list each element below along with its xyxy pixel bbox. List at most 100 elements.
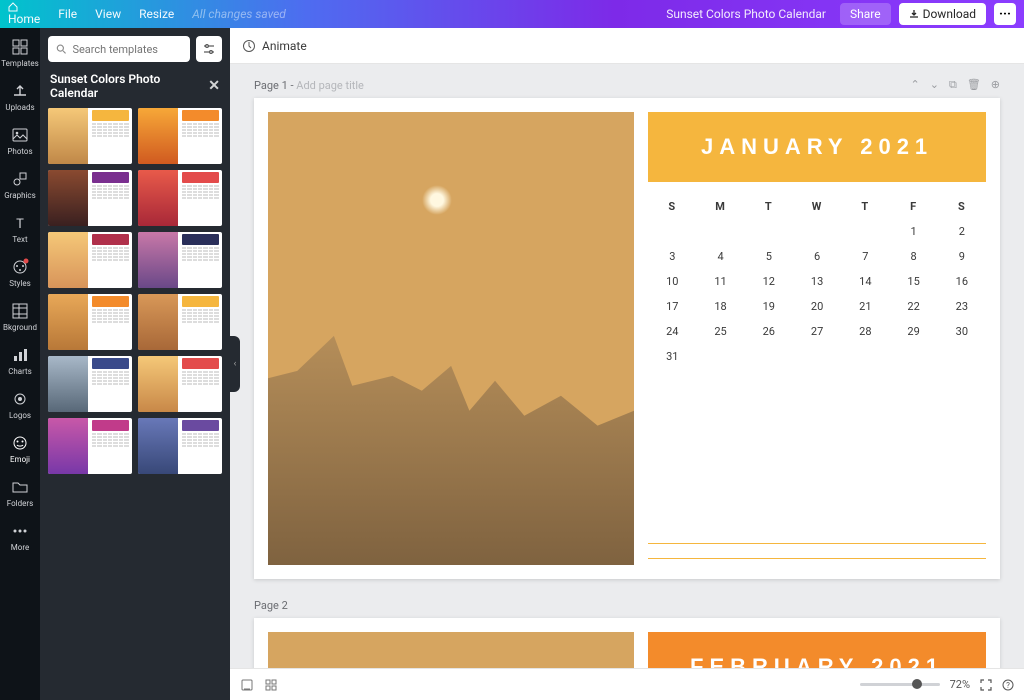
animate-button[interactable]: Animate xyxy=(242,39,307,53)
page-photo[interactable] xyxy=(268,112,634,565)
date-cell xyxy=(696,225,744,238)
rail-label: Uploads xyxy=(5,103,34,112)
folders-icon xyxy=(11,478,29,496)
help-button[interactable]: ? xyxy=(1002,679,1014,691)
date-cell xyxy=(841,225,889,238)
rail-label: Bkground xyxy=(3,323,37,332)
rail-item-text[interactable]: TText xyxy=(2,214,38,244)
template-thumb[interactable] xyxy=(138,170,222,226)
rail-item-more[interactable]: More xyxy=(2,522,38,552)
date-cell xyxy=(793,225,841,238)
collapse-panel-button[interactable]: ‹ xyxy=(230,336,240,392)
month-banner[interactable]: JANUARY 2021 xyxy=(648,112,986,182)
search-input[interactable] xyxy=(72,43,182,56)
background-icon xyxy=(11,302,29,320)
grid-view-button[interactable] xyxy=(264,678,278,692)
templates-panel: Sunset Colors Photo Calendar ✕ ‹ xyxy=(40,28,230,700)
date-cell: 11 xyxy=(696,275,744,288)
template-thumb[interactable] xyxy=(48,232,132,288)
download-icon xyxy=(909,9,919,19)
template-thumb[interactable] xyxy=(48,294,132,350)
page[interactable]: FEBRUARY 2021SMTWTFS xyxy=(254,618,1000,668)
rail-label: Photos xyxy=(7,147,32,156)
search-box[interactable] xyxy=(48,36,190,62)
page[interactable]: JANUARY 2021SMTWTFS123456789101112131415… xyxy=(254,98,1000,579)
file-menu[interactable]: File xyxy=(58,7,77,21)
date-cell: 17 xyxy=(648,300,696,313)
home-icon xyxy=(8,2,18,12)
delete-page-button[interactable]: 🗑 xyxy=(967,78,981,92)
date-cell: 2 xyxy=(938,225,986,238)
notes-button[interactable] xyxy=(240,678,254,692)
resize-menu[interactable]: Resize xyxy=(139,7,174,21)
template-thumb[interactable] xyxy=(48,356,132,412)
rail-item-uploads[interactable]: Uploads xyxy=(2,82,38,112)
date-cell: 13 xyxy=(793,275,841,288)
rail-item-styles[interactable]: Styles xyxy=(2,258,38,288)
template-thumb[interactable] xyxy=(138,108,222,164)
filter-button[interactable] xyxy=(196,36,222,62)
calendar-side: JANUARY 2021SMTWTFS123456789101112131415… xyxy=(648,112,986,565)
date-cell: 14 xyxy=(841,275,889,288)
date-cell: 20 xyxy=(793,300,841,313)
date-cell: 27 xyxy=(793,325,841,338)
date-cell: 28 xyxy=(841,325,889,338)
date-cell: 24 xyxy=(648,325,696,338)
date-cell: 18 xyxy=(696,300,744,313)
rail-item-emoji[interactable]: Emoji xyxy=(2,434,38,464)
rail-label: Templates xyxy=(1,59,38,68)
page-up-button[interactable]: ⌃ xyxy=(911,78,920,92)
page-label[interactable]: Page 1 - Add page title xyxy=(254,79,364,92)
date-cell: 8 xyxy=(889,250,937,263)
rail-item-logos[interactable]: Logos xyxy=(2,390,38,420)
template-thumb[interactable] xyxy=(48,108,132,164)
rail-item-background[interactable]: Bkground xyxy=(2,302,38,332)
page-label[interactable]: Page 2 xyxy=(254,599,288,612)
rail-label: Charts xyxy=(8,367,32,376)
date-cell: 29 xyxy=(889,325,937,338)
add-page-button[interactable]: ⊕ xyxy=(991,78,1000,92)
rail-item-charts[interactable]: Charts xyxy=(2,346,38,376)
template-thumb[interactable] xyxy=(138,356,222,412)
rail-item-graphics[interactable]: Graphics xyxy=(2,170,38,200)
date-cell xyxy=(648,225,696,238)
rail-item-folders[interactable]: Folders xyxy=(2,478,38,508)
rail-item-photos[interactable]: Photos xyxy=(2,126,38,156)
view-menu[interactable]: View xyxy=(95,7,121,21)
rail-label: More xyxy=(11,543,29,552)
template-thumb[interactable] xyxy=(138,418,222,474)
duplicate-page-button[interactable]: ⧉ xyxy=(949,78,957,92)
rail-label: Text xyxy=(12,235,27,244)
document-title[interactable]: Sunset Colors Photo Calendar xyxy=(666,7,826,21)
dow-cell: T xyxy=(745,200,793,213)
template-thumb[interactable] xyxy=(138,294,222,350)
page-down-button[interactable]: ⌄ xyxy=(930,78,939,92)
home-menu[interactable]: Home xyxy=(8,2,40,26)
date-cell xyxy=(889,350,937,363)
grid-icon xyxy=(264,678,278,692)
template-thumb[interactable] xyxy=(48,170,132,226)
date-cell xyxy=(745,350,793,363)
more-menu-button[interactable]: ··· xyxy=(994,3,1016,25)
rail-label: Folders xyxy=(7,499,33,508)
rail-item-templates[interactable]: Templates xyxy=(2,38,38,68)
download-button[interactable]: Download xyxy=(899,3,986,25)
zoom-percent[interactable]: 72% xyxy=(950,678,970,691)
date-cell: 10 xyxy=(648,275,696,288)
template-thumb[interactable] xyxy=(138,232,222,288)
rail-label: Logos xyxy=(9,411,31,420)
animate-icon xyxy=(242,39,256,53)
template-thumbnails xyxy=(40,108,230,474)
date-cell xyxy=(696,350,744,363)
close-panel-button[interactable]: ✕ xyxy=(208,78,220,94)
month-banner[interactable]: FEBRUARY 2021 xyxy=(648,632,986,668)
bottombar: 72% ? xyxy=(230,668,1024,700)
date-cell: 15 xyxy=(889,275,937,288)
fullscreen-button[interactable] xyxy=(980,679,992,691)
share-button[interactable]: Share xyxy=(840,3,891,25)
zoom-slider[interactable] xyxy=(860,683,940,686)
canvas-area: Animate Page 1 - Add page title ⌃ ⌄ ⧉ 🗑 ⊕ JANU… xyxy=(230,28,1024,700)
page-photo[interactable] xyxy=(268,632,634,668)
template-thumb[interactable] xyxy=(48,418,132,474)
dow-cell: T xyxy=(841,200,889,213)
